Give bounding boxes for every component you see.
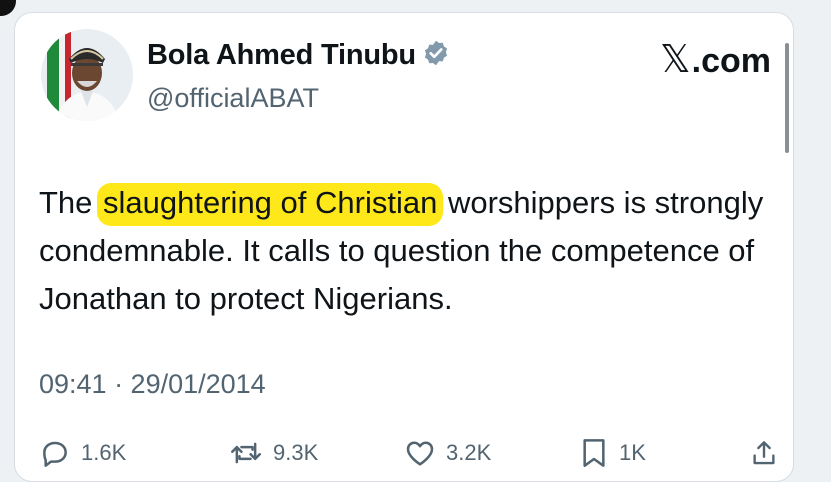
tweet-card: Bola Ahmed Tinubu @officialABAT 𝕏 .com T… [14, 12, 794, 482]
retweet-button[interactable]: 9.3K [229, 437, 318, 469]
tweet-text: The slaughtering of Christian worshipper… [39, 179, 784, 323]
retweet-icon [229, 437, 263, 469]
tweet-text-before: The [39, 185, 102, 220]
heart-icon [404, 437, 436, 469]
tweet-timestamp[interactable]: 09:41 · 29/01/2014 [39, 369, 266, 400]
author-name-row[interactable]: Bola Ahmed Tinubu [147, 39, 450, 72]
share-icon [749, 437, 779, 469]
tweet-text-highlight: slaughtering of Christian [97, 183, 444, 226]
brand-suffix: .com [691, 42, 771, 80]
like-button[interactable]: 3.2K [404, 437, 491, 469]
x-logo-icon: 𝕏 [660, 37, 691, 81]
author-handle[interactable]: @officialABAT [147, 83, 319, 114]
verified-badge-icon [422, 39, 450, 72]
action-bar: 1.6K 9.3K 3.2K 1K [39, 433, 779, 473]
author-display-name[interactable]: Bola Ahmed Tinubu [147, 39, 416, 72]
avatar[interactable] [41, 29, 133, 121]
avatar-image [41, 29, 133, 121]
scrollbar[interactable] [785, 43, 789, 153]
reply-count: 1.6K [81, 440, 127, 465]
reply-button[interactable]: 1.6K [39, 437, 126, 469]
share-button[interactable] [749, 437, 779, 469]
like-count: 3.2K [446, 440, 492, 465]
bookmark-button[interactable]: 1K [579, 437, 646, 469]
corner-artifact [0, 0, 16, 16]
bookmark-count: 1K [619, 440, 646, 465]
brand-logo: 𝕏 .com [660, 37, 771, 81]
bookmark-icon [579, 437, 609, 469]
retweet-count: 9.3K [273, 440, 319, 465]
reply-icon [39, 437, 71, 469]
